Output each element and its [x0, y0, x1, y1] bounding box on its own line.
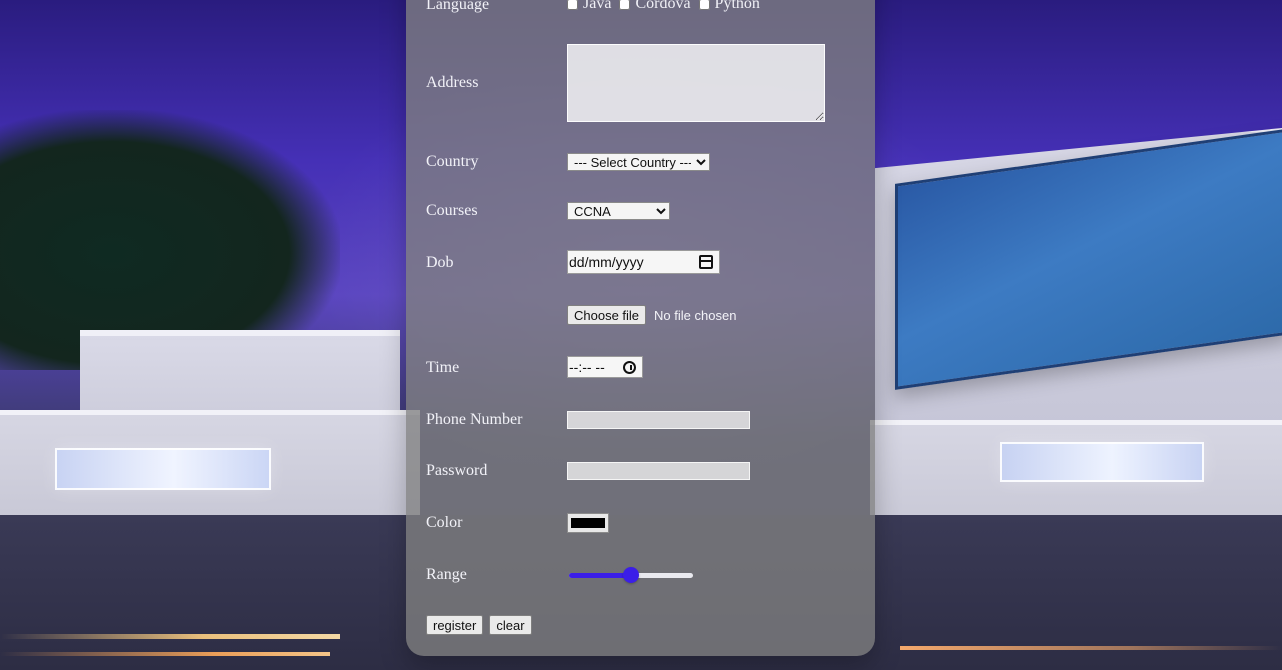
language-option-java[interactable]: Java [567, 0, 611, 13]
range-input-wrap [567, 567, 695, 583]
registration-form: Language Java Cordova Python Address Cou… [406, 0, 875, 656]
language-checkbox-python[interactable] [698, 0, 710, 10]
time-input[interactable]: --:-- -- [567, 356, 643, 378]
phone-label: Phone Number [426, 411, 523, 428]
range-slider[interactable] [567, 567, 695, 583]
courses-select-wrap: CCNA [567, 202, 670, 221]
dob-input-wrap: dd/mm/yyyy [567, 250, 720, 274]
country-select[interactable]: --- Select Country --- [567, 153, 710, 171]
file-upload-row: Choose file No file chosen [567, 305, 736, 325]
form-actions: register clear [426, 615, 532, 635]
password-label: Password [426, 462, 488, 479]
language-label: Language [426, 0, 490, 13]
light-streak [0, 652, 330, 656]
register-button[interactable]: register [426, 615, 484, 635]
courses-select[interactable]: CCNA [567, 202, 670, 220]
choose-file-button[interactable]: Choose file [567, 305, 647, 325]
time-input-wrap: --:-- -- [567, 356, 643, 378]
clock-icon[interactable] [623, 360, 636, 374]
language-option-label: Cordova [635, 0, 691, 12]
country-label: Country [426, 153, 479, 170]
language-option-label: Java [583, 0, 612, 12]
range-fill [569, 573, 631, 578]
color-input-wrap [567, 513, 609, 533]
language-option-cordova[interactable]: Cordova [619, 0, 691, 13]
time-placeholder: --:-- -- [569, 359, 605, 375]
light-streak [0, 634, 340, 639]
range-label: Range [426, 566, 467, 583]
address-label: Address [426, 74, 479, 91]
light-streak [900, 646, 1282, 650]
phone-input-wrap [567, 411, 750, 429]
language-checkbox-java[interactable] [567, 0, 578, 10]
file-status: No file chosen [654, 307, 737, 323]
dob-placeholder: dd/mm/yyyy [569, 254, 644, 270]
range-thumb[interactable] [623, 567, 639, 583]
color-label: Color [426, 514, 463, 531]
address-field-wrap [567, 44, 825, 127]
address-textarea[interactable] [567, 44, 825, 122]
dob-label: Dob [426, 254, 454, 271]
phone-input[interactable] [567, 411, 750, 429]
language-checkbox-cordova[interactable] [619, 0, 631, 10]
dob-input[interactable]: dd/mm/yyyy [567, 250, 720, 274]
country-select-wrap: --- Select Country --- [567, 153, 710, 172]
language-options: Java Cordova Python [567, 0, 760, 13]
language-option-label: Python [714, 0, 760, 12]
color-swatch [571, 518, 605, 528]
background-sign-left [55, 448, 271, 490]
background-sign-right [1000, 442, 1204, 482]
password-input[interactable] [567, 462, 750, 480]
clear-button[interactable]: clear [489, 615, 532, 635]
color-input[interactable] [567, 513, 609, 533]
calendar-icon[interactable] [699, 255, 713, 269]
courses-label: Courses [426, 202, 478, 219]
file-upload: Choose file No file chosen [567, 305, 736, 325]
language-option-python[interactable]: Python [698, 0, 760, 13]
time-label: Time [426, 359, 460, 376]
password-input-wrap [567, 462, 750, 480]
